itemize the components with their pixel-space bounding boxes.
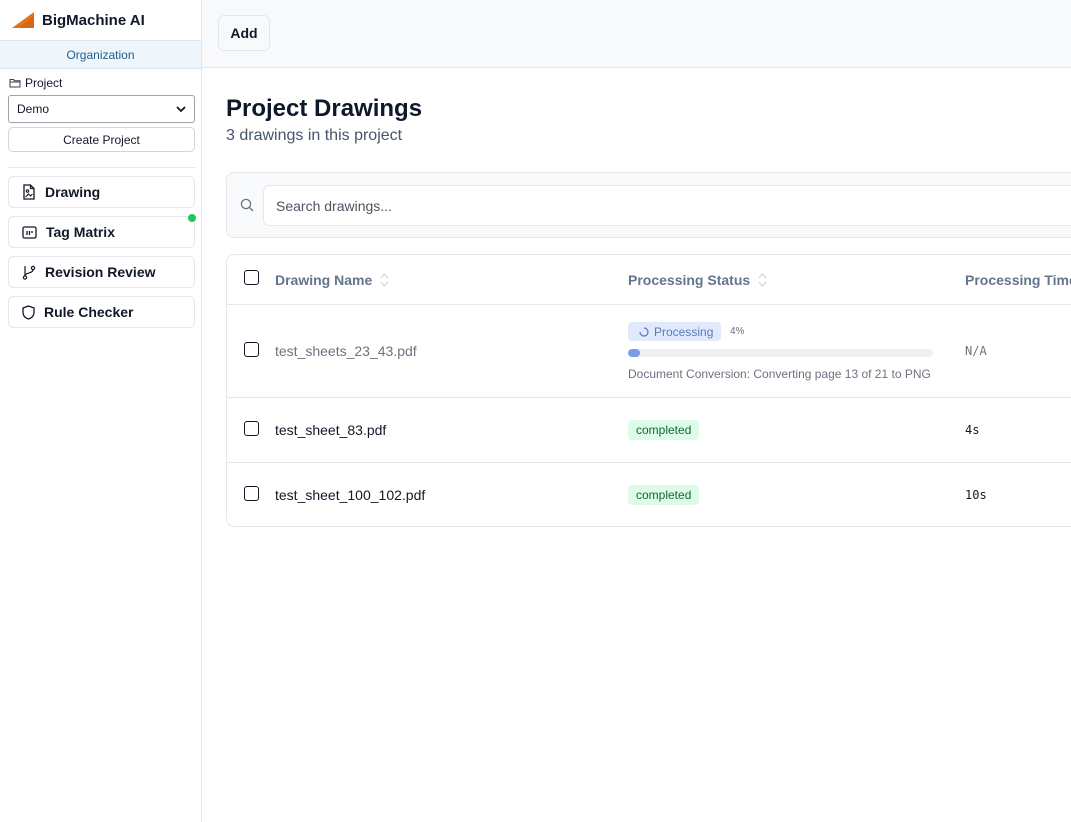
table-header: Drawing Name Processing Status Processin… <box>227 255 1071 305</box>
row-checkbox[interactable] <box>244 342 259 357</box>
create-project-button[interactable]: Create Project <box>8 127 195 152</box>
column-header-label: Drawing Name <box>275 272 373 288</box>
page-title: Project Drawings <box>226 95 423 122</box>
sidebar-item-rule-checker[interactable]: Rule Checker <box>8 296 195 328</box>
notification-dot <box>188 214 196 222</box>
sidebar-divider <box>8 167 195 168</box>
progress-bar <box>628 349 933 357</box>
column-header-processing-status[interactable]: Processing Status <box>628 272 767 288</box>
project-label-row: Project <box>9 76 201 90</box>
status-badge-completed: completed <box>628 420 700 440</box>
sidebar-item-revision-review[interactable]: Revision Review <box>8 256 195 288</box>
drawing-name: test_sheet_100_102.pdf <box>275 487 426 503</box>
sidebar-item-label: Tag Matrix <box>46 224 115 240</box>
spinner-icon <box>639 326 649 337</box>
drawing-file-icon <box>23 184 35 200</box>
status-badge-completed: completed <box>628 485 700 505</box>
brand-name: BigMachine AI <box>42 11 145 29</box>
row-checkbox[interactable] <box>244 421 259 436</box>
row-checkbox[interactable] <box>244 486 259 501</box>
processing-time: 4s <box>965 423 980 437</box>
project-label: Project <box>25 76 63 90</box>
processing-time: 10s <box>965 488 987 502</box>
sidebar: BigMachine AI Organization Project Demo … <box>0 0 202 822</box>
search-icon <box>240 198 254 212</box>
tag-matrix-icon <box>22 225 37 239</box>
status-label: Processing <box>654 324 714 339</box>
table-row[interactable]: test_sheet_100_102.pdf completed 10s <box>227 463 1071 526</box>
table-row[interactable]: test_sheets_23_43.pdf Processing 4% Docu… <box>227 305 1071 398</box>
processing-time: N/A <box>965 344 987 358</box>
status-badge-processing: Processing <box>628 322 722 341</box>
sidebar-item-drawing[interactable]: Drawing <box>8 176 195 208</box>
sidebar-item-label: Revision Review <box>45 264 156 280</box>
brand[interactable]: BigMachine AI <box>0 0 201 40</box>
drawing-name: test_sheet_83.pdf <box>275 422 387 438</box>
progress-percent: 4% <box>730 326 745 337</box>
add-button[interactable]: Add <box>218 15 270 51</box>
sort-icon <box>758 273 767 287</box>
organization-link[interactable]: Organization <box>0 40 201 69</box>
sidebar-item-tag-matrix[interactable]: Tag Matrix <box>8 214 196 248</box>
folder-icon <box>9 79 21 88</box>
column-header-label: Processing Time <box>965 272 1071 288</box>
page-subtitle: 3 drawings in this project <box>226 127 403 144</box>
column-header-processing-time[interactable]: Processing Time <box>965 272 1071 288</box>
chevron-down-icon <box>176 106 186 112</box>
project-select-value: Demo <box>17 102 50 116</box>
sort-icon <box>380 273 389 287</box>
search-input[interactable] <box>263 185 1071 226</box>
top-toolbar: Add <box>202 0 1071 68</box>
sidebar-item-label: Rule Checker <box>44 304 134 320</box>
sidebar-item-label: Drawing <box>45 184 101 200</box>
progress-description: Document Conversion: Converting page 13 … <box>628 367 931 381</box>
progress-bar-fill <box>628 349 641 357</box>
project-select[interactable]: Demo <box>8 95 195 123</box>
git-branch-icon <box>22 265 36 280</box>
shield-icon <box>22 304 35 320</box>
drawing-name: test_sheets_23_43.pdf <box>275 343 417 359</box>
column-header-label: Processing Status <box>628 272 751 288</box>
drawings-table: Drawing Name Processing Status Processin… <box>226 254 1071 527</box>
table-row[interactable]: test_sheet_83.pdf completed 4s <box>227 398 1071 463</box>
select-all-checkbox[interactable] <box>244 270 259 285</box>
search-panel <box>226 172 1071 238</box>
app-root: BigMachine AI Organization Project Demo … <box>0 0 1071 822</box>
column-header-drawing-name[interactable]: Drawing Name <box>275 272 389 288</box>
brand-logo-icon <box>12 12 34 28</box>
